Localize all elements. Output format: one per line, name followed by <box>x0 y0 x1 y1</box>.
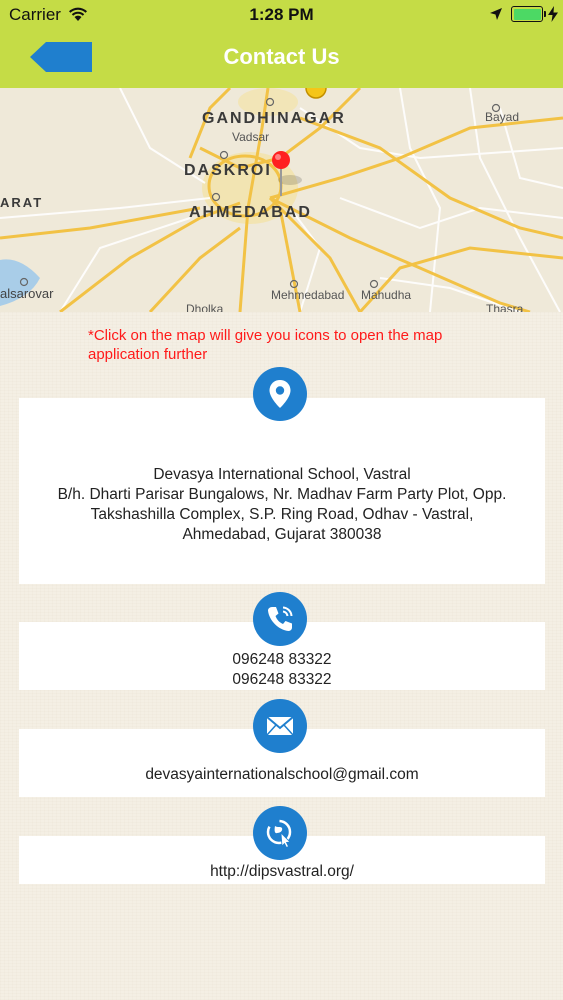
website-button[interactable] <box>253 806 307 860</box>
charging-bolt-icon <box>548 6 558 22</box>
globe-cursor-icon <box>266 819 292 849</box>
envelope-icon <box>266 716 294 736</box>
map-label-bayad: Bayad <box>485 110 520 124</box>
address-line-2: B/h. Dharti Parisar Bungalows, Nr. Madha… <box>57 486 507 503</box>
phone-number-2[interactable]: 096248 83322 <box>19 670 545 690</box>
map-label-daskroi: DASKROI <box>184 162 272 179</box>
map-label-mehmedabad: Mehmedabad <box>271 288 345 302</box>
map-label-mahudha: Mahudha <box>361 288 412 302</box>
map-label-ahmedabad: AHMEDABAD <box>189 204 312 221</box>
map-hint-note: *Click on the map will give you icons to… <box>88 327 443 363</box>
address-card: Devasya International School, Vastral B/… <box>19 398 545 584</box>
website-url[interactable]: http://dipsvastral.org/ <box>19 862 545 882</box>
battery-tip <box>544 11 546 17</box>
location-pin-icon <box>269 380 291 408</box>
status-time: 1:28 PM <box>249 5 314 24</box>
location-button[interactable] <box>253 367 307 421</box>
map-label-arat: ARAT <box>0 195 44 210</box>
status-bar: Carrier 1:28 PM <box>0 0 563 30</box>
map-label-thasra: Thasra <box>486 302 524 312</box>
map-label-vadsar: Vadsar <box>232 130 270 144</box>
phone-button[interactable] <box>253 592 307 646</box>
address-line-3: Takshashilla Complex, S.P. Ring Road, Od… <box>90 506 474 523</box>
map-label-alsarovar: alsarovar <box>0 286 54 301</box>
address-line-1: Devasya International School, Vastral <box>153 466 411 483</box>
email-address[interactable]: devasyainternationalschool@gmail.com <box>19 765 545 785</box>
phone-icon <box>268 606 293 631</box>
battery-icon <box>511 6 543 22</box>
phone-number-1[interactable]: 096248 83322 <box>19 650 545 670</box>
location-arrow-icon <box>490 8 502 20</box>
map-label-gandhinagar: GANDHINAGAR <box>202 110 346 127</box>
map-view[interactable]: GANDHINAGAR Vadsar Bayad DASKROI AHMEDAB… <box>0 88 563 312</box>
map-label-dholka: Dholka <box>186 302 224 312</box>
email-button[interactable] <box>253 699 307 753</box>
page-title: Contact Us <box>223 44 340 69</box>
address-line-4: Ahmedabad, Gujarat 380038 <box>182 526 382 543</box>
